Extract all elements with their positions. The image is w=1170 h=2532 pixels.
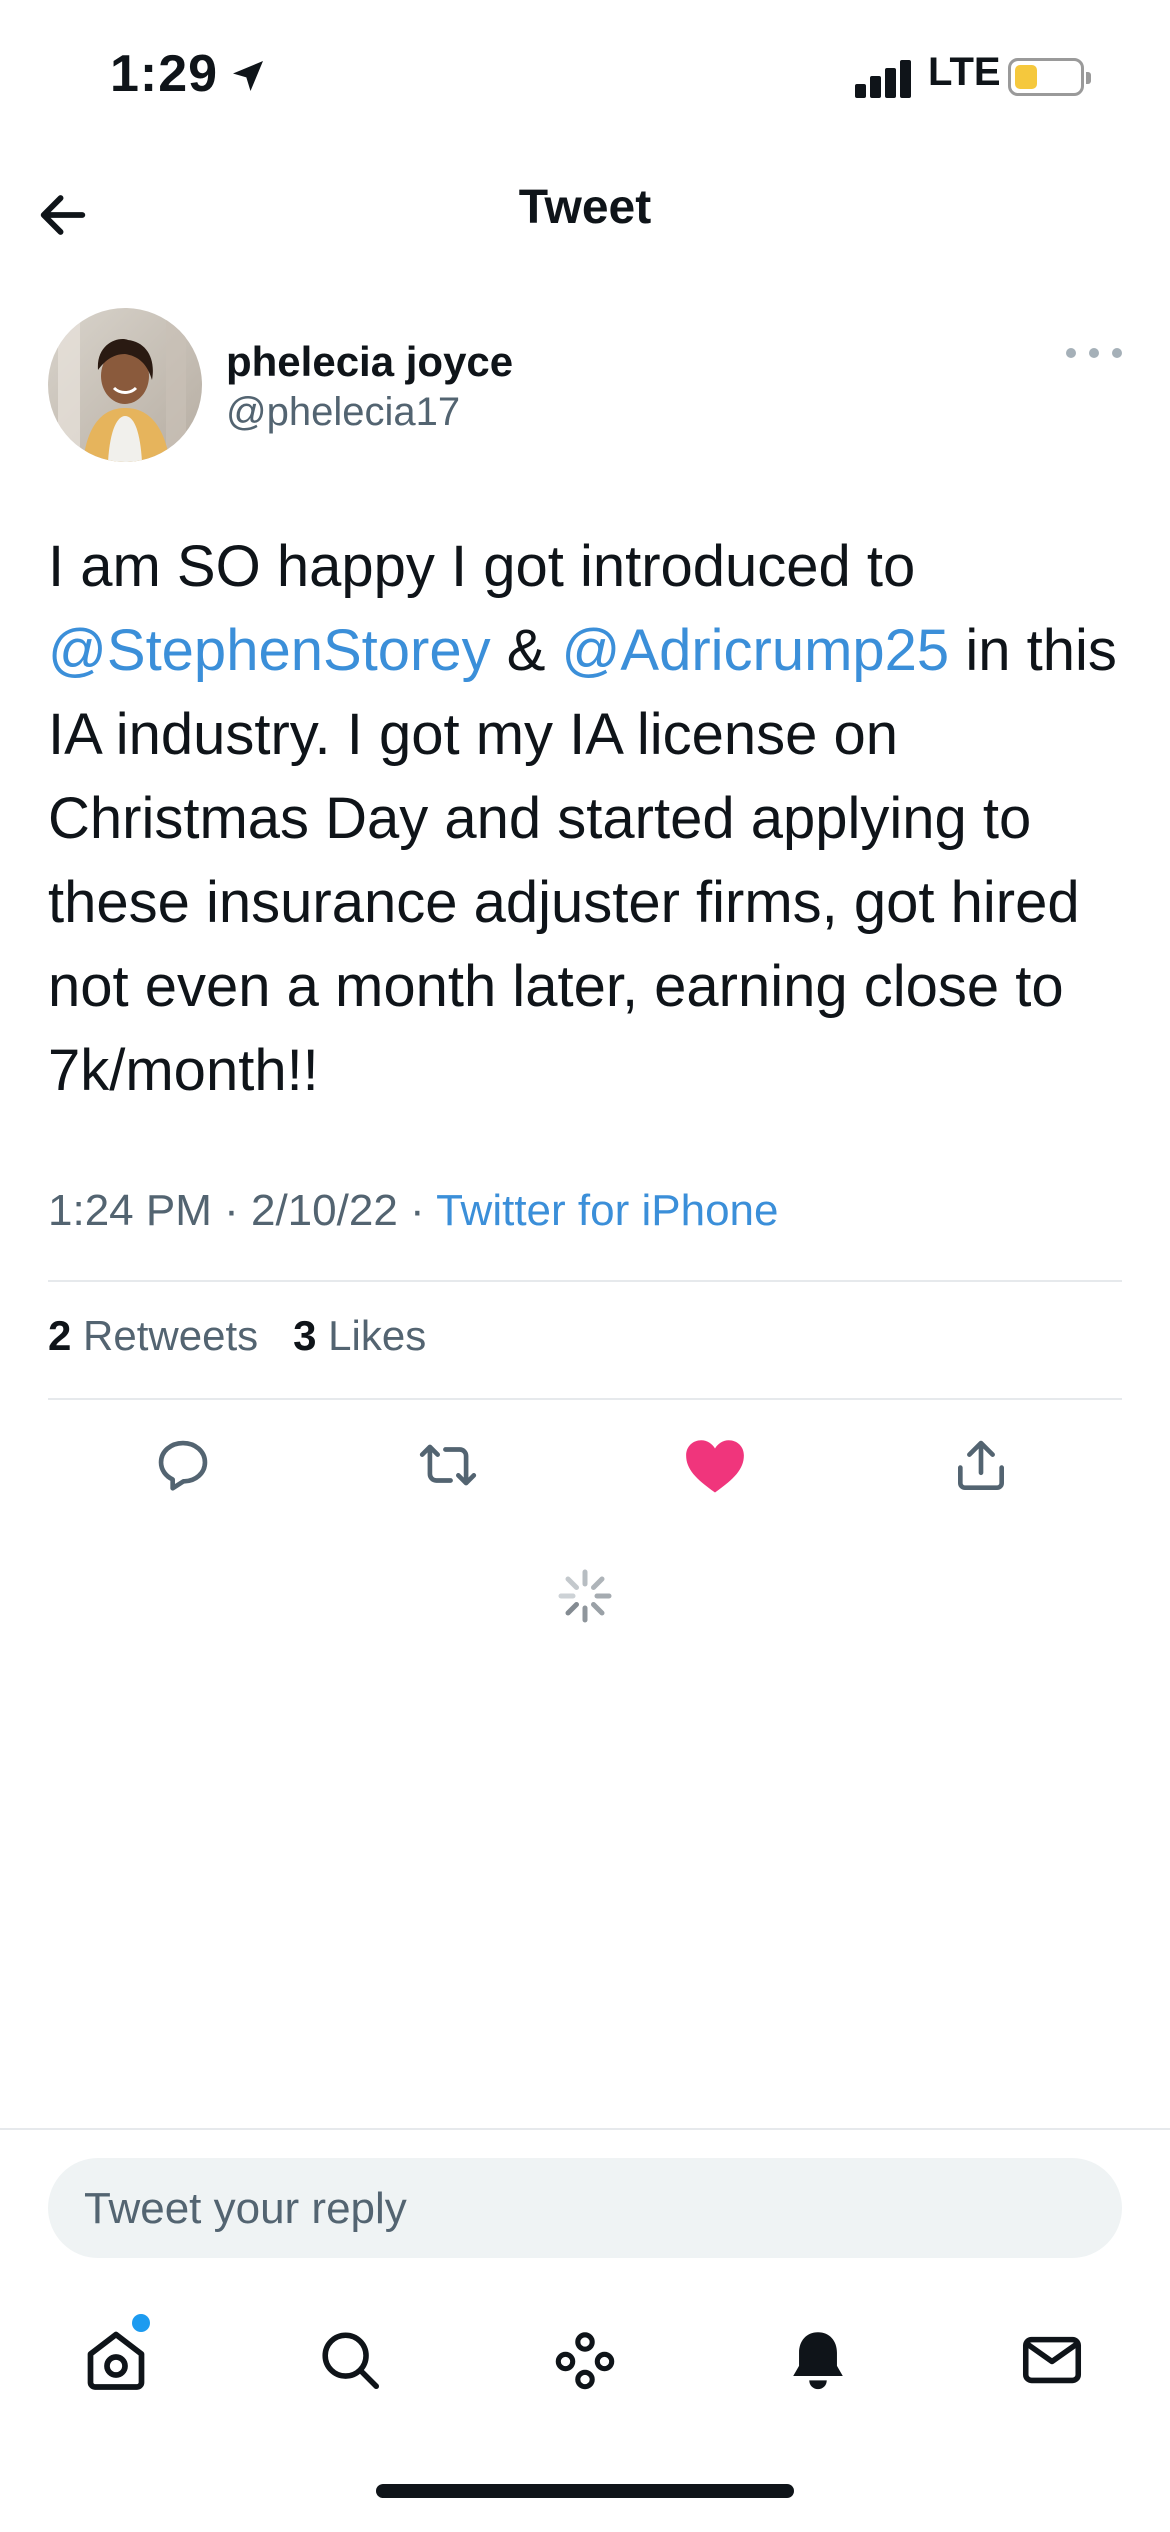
reply-placeholder: Tweet your reply [84, 2184, 407, 2233]
spaces-icon [555, 2332, 615, 2390]
tweet-meta: 1:24 PM · 2/10/22 · Twitter for iPhone [48, 1186, 778, 1236]
home-icon [87, 2331, 145, 2390]
loading-spinner-icon [558, 1569, 612, 1623]
tweet-text-part: I am SO happy I got introduced to [48, 534, 916, 599]
retweets-stat[interactable]: 2 Retweets [48, 1312, 258, 1359]
tab-search[interactable] [290, 2300, 410, 2420]
bottom-bar: Tweet your reply [0, 2128, 1170, 2532]
tab-notifications[interactable] [758, 2300, 878, 2420]
notification-dot [132, 2314, 150, 2332]
retweets-count: 2 [48, 1312, 72, 1359]
tweet-time: 1:24 PM [48, 1186, 212, 1235]
messages-icon [1022, 2336, 1082, 2384]
meta-separator: · [211, 1186, 251, 1235]
tab-messages[interactable] [992, 2300, 1112, 2420]
status-bar: 1:29 LTE [0, 0, 1170, 160]
status-time: 1:29 [110, 45, 219, 103]
page-title: Tweet [518, 181, 652, 234]
share-button[interactable] [936, 1420, 1026, 1510]
network-type: LTE [928, 50, 1001, 94]
tab-bar [0, 2300, 1170, 2420]
search-icon [322, 2332, 380, 2390]
tweet-detail-screen: 1:29 LTE Tweet phelecia joyce @phelecia1… [0, 0, 1170, 2532]
retweet-button[interactable] [403, 1420, 493, 1510]
navigation-header: Tweet [0, 160, 1170, 260]
notifications-bell-icon [793, 2332, 843, 2390]
author-name[interactable]: phelecia joyce [226, 338, 513, 386]
tweet-text-part: in this IA industry. I got my IA license… [48, 618, 1117, 1103]
battery-icon [1008, 58, 1091, 96]
tweet-author: phelecia joyce @phelecia17 [48, 308, 1122, 468]
heart-filled-icon [686, 1440, 744, 1493]
mention-link[interactable]: @StephenStorey [48, 618, 491, 683]
home-indicator [376, 2484, 794, 2498]
tweet-stats: 2 Retweets 3 Likes [48, 1312, 426, 1360]
share-icon [958, 1440, 1004, 1491]
tab-home[interactable] [56, 2300, 176, 2420]
tab-spaces[interactable] [525, 2300, 645, 2420]
author-handle[interactable]: @phelecia17 [226, 390, 460, 435]
cellular-signal-icon [855, 58, 915, 98]
meta-separator: · [397, 1186, 437, 1235]
reply-button[interactable] [138, 1420, 228, 1510]
tweet-text: I am SO happy I got introduced to @Steph… [48, 525, 1138, 1113]
more-options-button[interactable] [1066, 338, 1122, 368]
retweets-label: Retweets [83, 1312, 259, 1359]
likes-count: 3 [293, 1312, 317, 1359]
tweet-date: 2/10/22 [250, 1186, 398, 1235]
likes-stat[interactable]: 3 Likes [293, 1312, 426, 1359]
location-arrow-icon [233, 61, 263, 91]
like-button[interactable] [670, 1420, 760, 1510]
likes-label: Likes [328, 1312, 427, 1359]
retweet-icon [419, 1444, 477, 1486]
mention-link[interactable]: @Adricrump25 [562, 618, 950, 683]
reply-input[interactable]: Tweet your reply [48, 2158, 1122, 2258]
tweet-actions [48, 1420, 1122, 1510]
avatar[interactable] [48, 308, 202, 462]
divider [48, 1398, 1122, 1400]
tweet-source-link[interactable]: Twitter for iPhone [436, 1186, 778, 1235]
reply-icon [158, 1440, 208, 1491]
tweet-text-part: & [490, 618, 562, 683]
divider [48, 1280, 1122, 1282]
